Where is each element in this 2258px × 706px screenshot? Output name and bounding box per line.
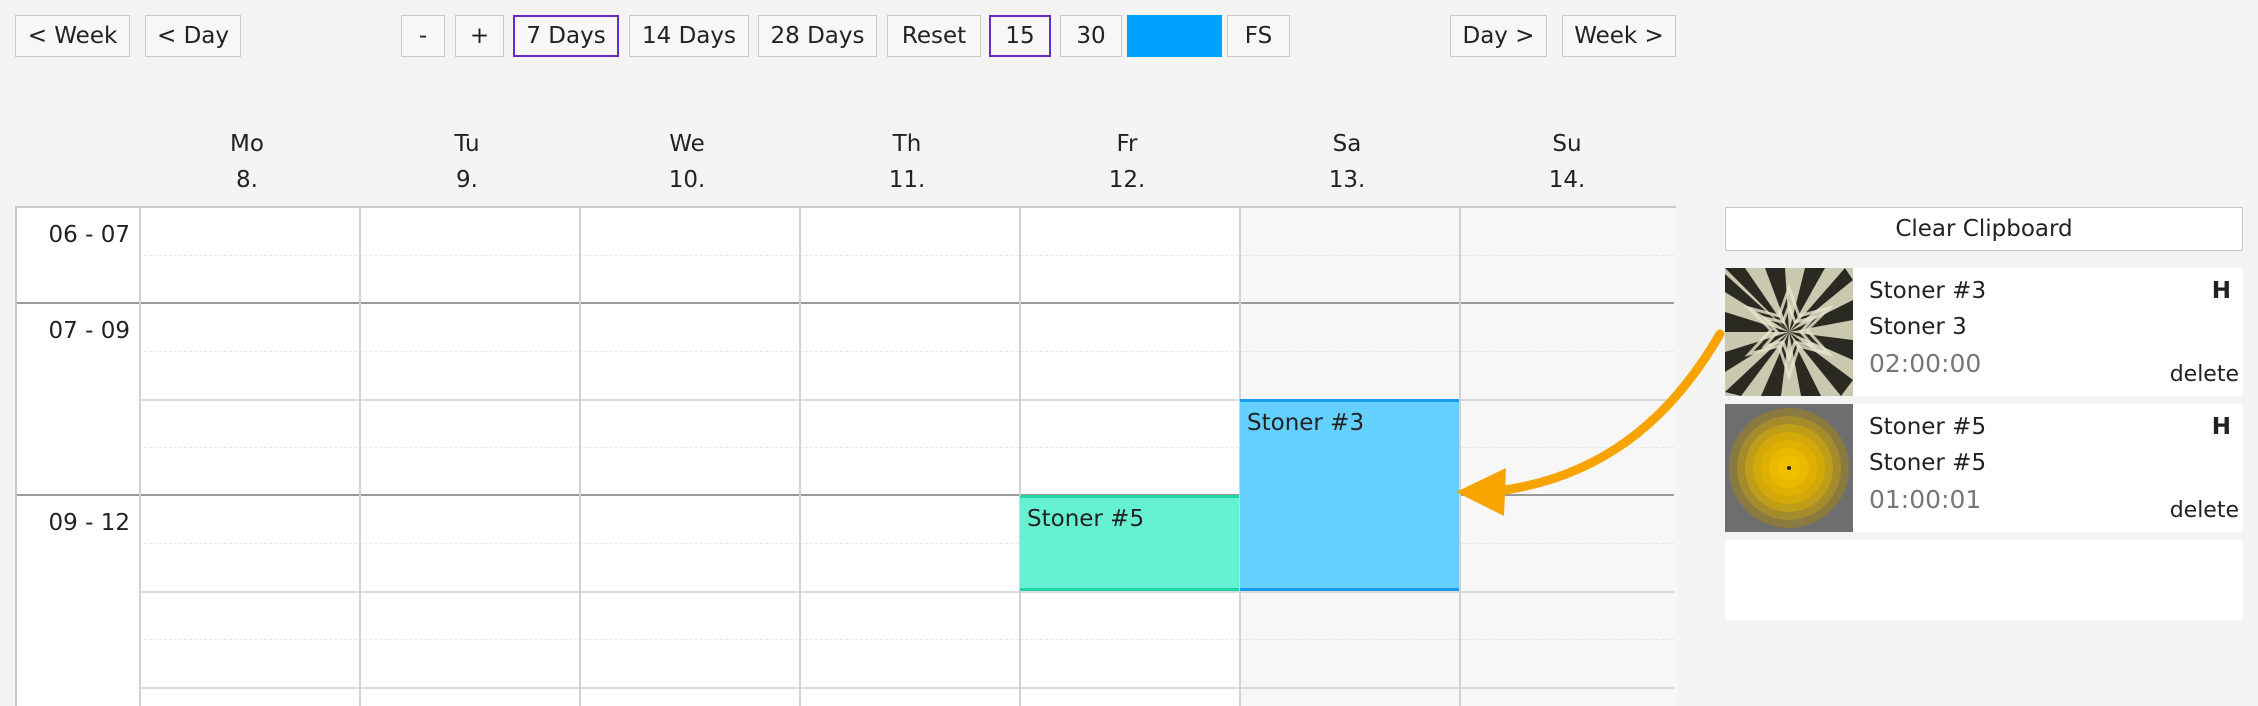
time-slot-label: 07 - 09 [48, 318, 130, 344]
clipboard-item-delete-link[interactable]: delete [2170, 362, 2239, 387]
column-divider [799, 208, 801, 706]
time-slot-label: 06 - 07 [48, 222, 130, 248]
clipboard-item-subtitle: Stoner #5 [1869, 450, 1987, 476]
prev-week-button[interactable]: < Week [15, 15, 130, 57]
zoom-out-button[interactable]: - [401, 15, 445, 57]
prev-day-button[interactable]: < Day [145, 15, 241, 57]
day-header-thursday: Th 11. [888, 131, 926, 193]
column-divider [1019, 208, 1021, 706]
view-7-days-button[interactable]: 7 Days [513, 15, 619, 57]
reset-button[interactable]: Reset [887, 15, 981, 57]
clipboard-item-duration: 01:00:01 [1869, 485, 1982, 514]
clipboard-item-flag[interactable]: H [2212, 414, 2231, 440]
column-divider [1459, 208, 1461, 706]
starburst-thumbnail [1725, 268, 1853, 396]
column-divider [359, 208, 361, 706]
interval-15-button[interactable]: 15 [989, 15, 1051, 57]
slot-line [139, 591, 1674, 593]
view-14-days-button[interactable]: 14 Days [629, 15, 749, 57]
interval-30-button[interactable]: 30 [1060, 15, 1122, 57]
week-calendar-grid[interactable]: 06 - 07 07 - 09 09 - 12 Stoner #5 Stoner… [15, 206, 1676, 706]
day-header-tuesday: Tu 9. [454, 131, 480, 193]
event-stoner-3[interactable]: Stoner #3 [1240, 399, 1459, 591]
clipboard-item[interactable]: Stoner #3 Stoner 3 02:00:00 H delete [1725, 268, 2243, 396]
clear-clipboard-button[interactable]: Clear Clipboard [1725, 207, 2243, 251]
weekend-column-sunday[interactable] [1459, 208, 1676, 706]
clipboard-item-duration: 02:00:00 [1869, 349, 1982, 378]
color-swatch-button[interactable] [1127, 15, 1222, 57]
day-header-monday: Mo 8. [230, 131, 264, 193]
day-header-wednesday: We 10. [668, 131, 706, 193]
clipboard-item-title: Stoner #5 [1869, 414, 1987, 440]
clipboard-item-subtitle: Stoner 3 [1869, 314, 1967, 340]
column-divider [579, 208, 581, 706]
zoom-in-button[interactable]: + [455, 15, 504, 57]
time-slot-label: 09 - 12 [48, 510, 130, 536]
day-header-sunday: Su 14. [1548, 131, 1586, 193]
clipboard-item-flag[interactable]: H [2212, 278, 2231, 304]
next-week-button[interactable]: Week > [1562, 15, 1676, 57]
day-header-friday: Fr 12. [1108, 131, 1146, 193]
next-day-button[interactable]: Day > [1450, 15, 1547, 57]
slot-line [139, 687, 1674, 689]
clipboard-item-title: Stoner #3 [1869, 278, 1987, 304]
half-slot-line [139, 255, 1674, 256]
view-28-days-button[interactable]: 28 Days [758, 15, 877, 57]
time-block-divider [17, 302, 1674, 304]
concentric-circles-thumbnail [1725, 404, 1853, 532]
clipboard-drop-area[interactable] [1725, 540, 2243, 620]
fullscreen-button[interactable]: FS [1227, 15, 1290, 57]
clipboard-item[interactable]: Stoner #5 Stoner #5 01:00:01 H delete [1725, 404, 2243, 532]
clipboard-item-delete-link[interactable]: delete [2170, 498, 2239, 523]
event-stoner-5[interactable]: Stoner #5 [1020, 495, 1239, 591]
day-header-saturday: Sa 13. [1328, 131, 1366, 193]
column-divider [139, 208, 141, 706]
half-slot-line [139, 639, 1674, 640]
half-slot-line [139, 351, 1674, 352]
